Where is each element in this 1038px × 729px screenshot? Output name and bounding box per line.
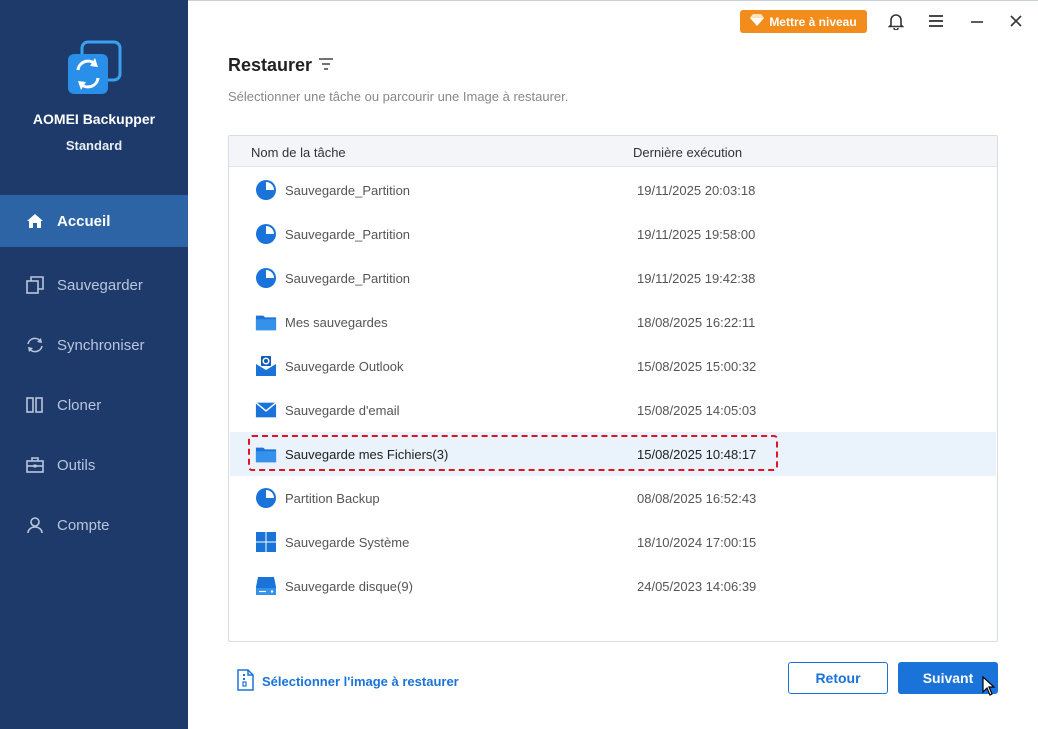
- task-table: Nom de la tâche Dernière exécution Sauve…: [228, 135, 998, 642]
- email-icon: [255, 399, 277, 421]
- select-image-link[interactable]: Sélectionner l'image à restaurer: [236, 669, 459, 694]
- sync-icon: [24, 334, 46, 356]
- task-date: 18/08/2025 16:22:11: [637, 315, 756, 330]
- task-date: 15/08/2025 14:05:03: [637, 403, 757, 418]
- mouse-cursor-icon: [982, 675, 996, 701]
- sidebar-item-accueil[interactable]: Accueil: [0, 195, 188, 247]
- partition-icon: [255, 179, 277, 201]
- task-date: 15/08/2025 15:00:32: [637, 359, 757, 374]
- disk-icon: [255, 575, 277, 597]
- account-icon: [24, 514, 46, 536]
- sidebar-item-outils[interactable]: Outils: [0, 435, 188, 495]
- filter-icon[interactable]: [318, 57, 334, 76]
- windows-icon: [255, 531, 277, 553]
- table-row[interactable]: Sauvegarde_Partition 19/11/2025 19:42:38: [230, 256, 996, 300]
- task-name: Partition Backup: [285, 491, 380, 506]
- select-image-label: Sélectionner l'image à restaurer: [262, 674, 459, 689]
- table-row[interactable]: Sauvegarde d'email 15/08/2025 14:05:03: [230, 388, 996, 432]
- page-title: Restaurer: [228, 55, 313, 75]
- task-name: Mes sauvegardes: [285, 315, 388, 330]
- column-header-name: Nom de la tâche: [251, 145, 346, 160]
- app-logo-icon: [64, 40, 124, 98]
- tools-icon: [24, 454, 46, 476]
- table-row[interactable]: Sauvegarde Outlook 15/08/2025 15:00:32: [230, 344, 996, 388]
- task-date: 18/10/2024 17:00:15: [637, 535, 757, 550]
- task-name: Sauvegarde disque(9): [285, 579, 413, 594]
- table-row[interactable]: Sauvegarde disque(9) 24/05/2023 14:06:39: [230, 564, 996, 608]
- sidebar-item-label: Cloner: [57, 396, 102, 414]
- partition-icon: [255, 267, 277, 289]
- upgrade-label: Mettre à niveau: [769, 14, 857, 29]
- table-row[interactable]: Sauvegarde Système 18/10/2024 17:00:15: [230, 520, 996, 564]
- table-row[interactable]: Mes sauvegardes 18/08/2025 16:22:11: [230, 300, 996, 344]
- folder-icon: [255, 311, 277, 333]
- sidebar: AOMEI Backupper Standard Accueil Sauvega…: [0, 0, 188, 729]
- clone-icon: [24, 394, 46, 416]
- task-name: Sauvegarde mes Fichiers(3): [285, 447, 449, 462]
- task-name: Sauvegarde_Partition: [285, 183, 411, 198]
- table-row[interactable]: Sauvegarde_Partition 19/11/2025 20:03:18: [230, 168, 996, 212]
- table-row[interactable]: Sauvegarde_Partition 19/11/2025 19:58:00: [230, 212, 996, 256]
- folder-icon: [255, 443, 277, 465]
- table-row-selected[interactable]: Sauvegarde mes Fichiers(3) 15/08/2025 10…: [230, 432, 996, 476]
- task-name: Sauvegarde_Partition: [285, 227, 411, 242]
- backup-icon: [24, 274, 46, 296]
- sidebar-item-cloner[interactable]: Cloner: [0, 375, 188, 435]
- task-name: Sauvegarde_Partition: [285, 271, 411, 286]
- table-header: Nom de la tâche Dernière exécution: [229, 136, 997, 167]
- task-name: Sauvegarde d'email: [285, 403, 400, 418]
- task-date: 19/11/2025 19:42:38: [637, 271, 756, 286]
- task-date: 15/08/2025 10:48:17: [637, 447, 757, 462]
- sidebar-item-synchroniser[interactable]: Synchroniser: [0, 315, 188, 375]
- column-header-date: Dernière exécution: [633, 145, 743, 160]
- upgrade-button[interactable]: Mettre à niveau: [740, 10, 867, 33]
- table-row[interactable]: Partition Backup 08/08/2025 16:52:43: [230, 476, 996, 520]
- task-name: Sauvegarde Outlook: [285, 359, 404, 374]
- task-date: 24/05/2023 14:06:39: [637, 579, 757, 594]
- sidebar-item-label: Synchroniser: [57, 336, 145, 354]
- app-edition: Standard: [65, 138, 123, 153]
- sidebar-item-label: Compte: [57, 516, 110, 534]
- bell-icon[interactable]: [886, 11, 906, 31]
- partition-icon: [255, 487, 277, 509]
- minimize-icon[interactable]: [967, 11, 987, 31]
- task-date: 08/08/2025 16:52:43: [637, 491, 757, 506]
- sidebar-nav: Accueil Sauvegarder Synchroniser Cloner …: [0, 195, 188, 555]
- sidebar-item-label: Accueil: [57, 212, 111, 230]
- task-date: 19/11/2025 20:03:18: [637, 183, 756, 198]
- home-icon: [24, 210, 46, 232]
- sidebar-item-sauvegarder[interactable]: Sauvegarder: [0, 255, 188, 315]
- sidebar-item-label: Sauvegarder: [57, 276, 143, 294]
- partition-icon: [255, 223, 277, 245]
- main-panel: Mettre à niveau Restaurer Sélectionner u…: [188, 0, 1038, 729]
- task-name: Sauvegarde Système: [285, 535, 410, 550]
- menu-icon[interactable]: [926, 11, 946, 31]
- sidebar-item-label: Outils: [57, 456, 96, 474]
- app-name: AOMEI Backupper: [32, 111, 156, 127]
- file-zip-icon: [236, 669, 254, 694]
- close-icon[interactable]: [1006, 11, 1026, 31]
- sidebar-item-compte[interactable]: Compte: [0, 495, 188, 555]
- outlook-icon: [255, 355, 277, 377]
- back-button[interactable]: Retour: [788, 662, 888, 694]
- diamond-icon: [750, 14, 765, 29]
- task-date: 19/11/2025 19:58:00: [637, 227, 756, 242]
- page-subtitle: Sélectionner une tâche ou parcourir une …: [228, 89, 569, 104]
